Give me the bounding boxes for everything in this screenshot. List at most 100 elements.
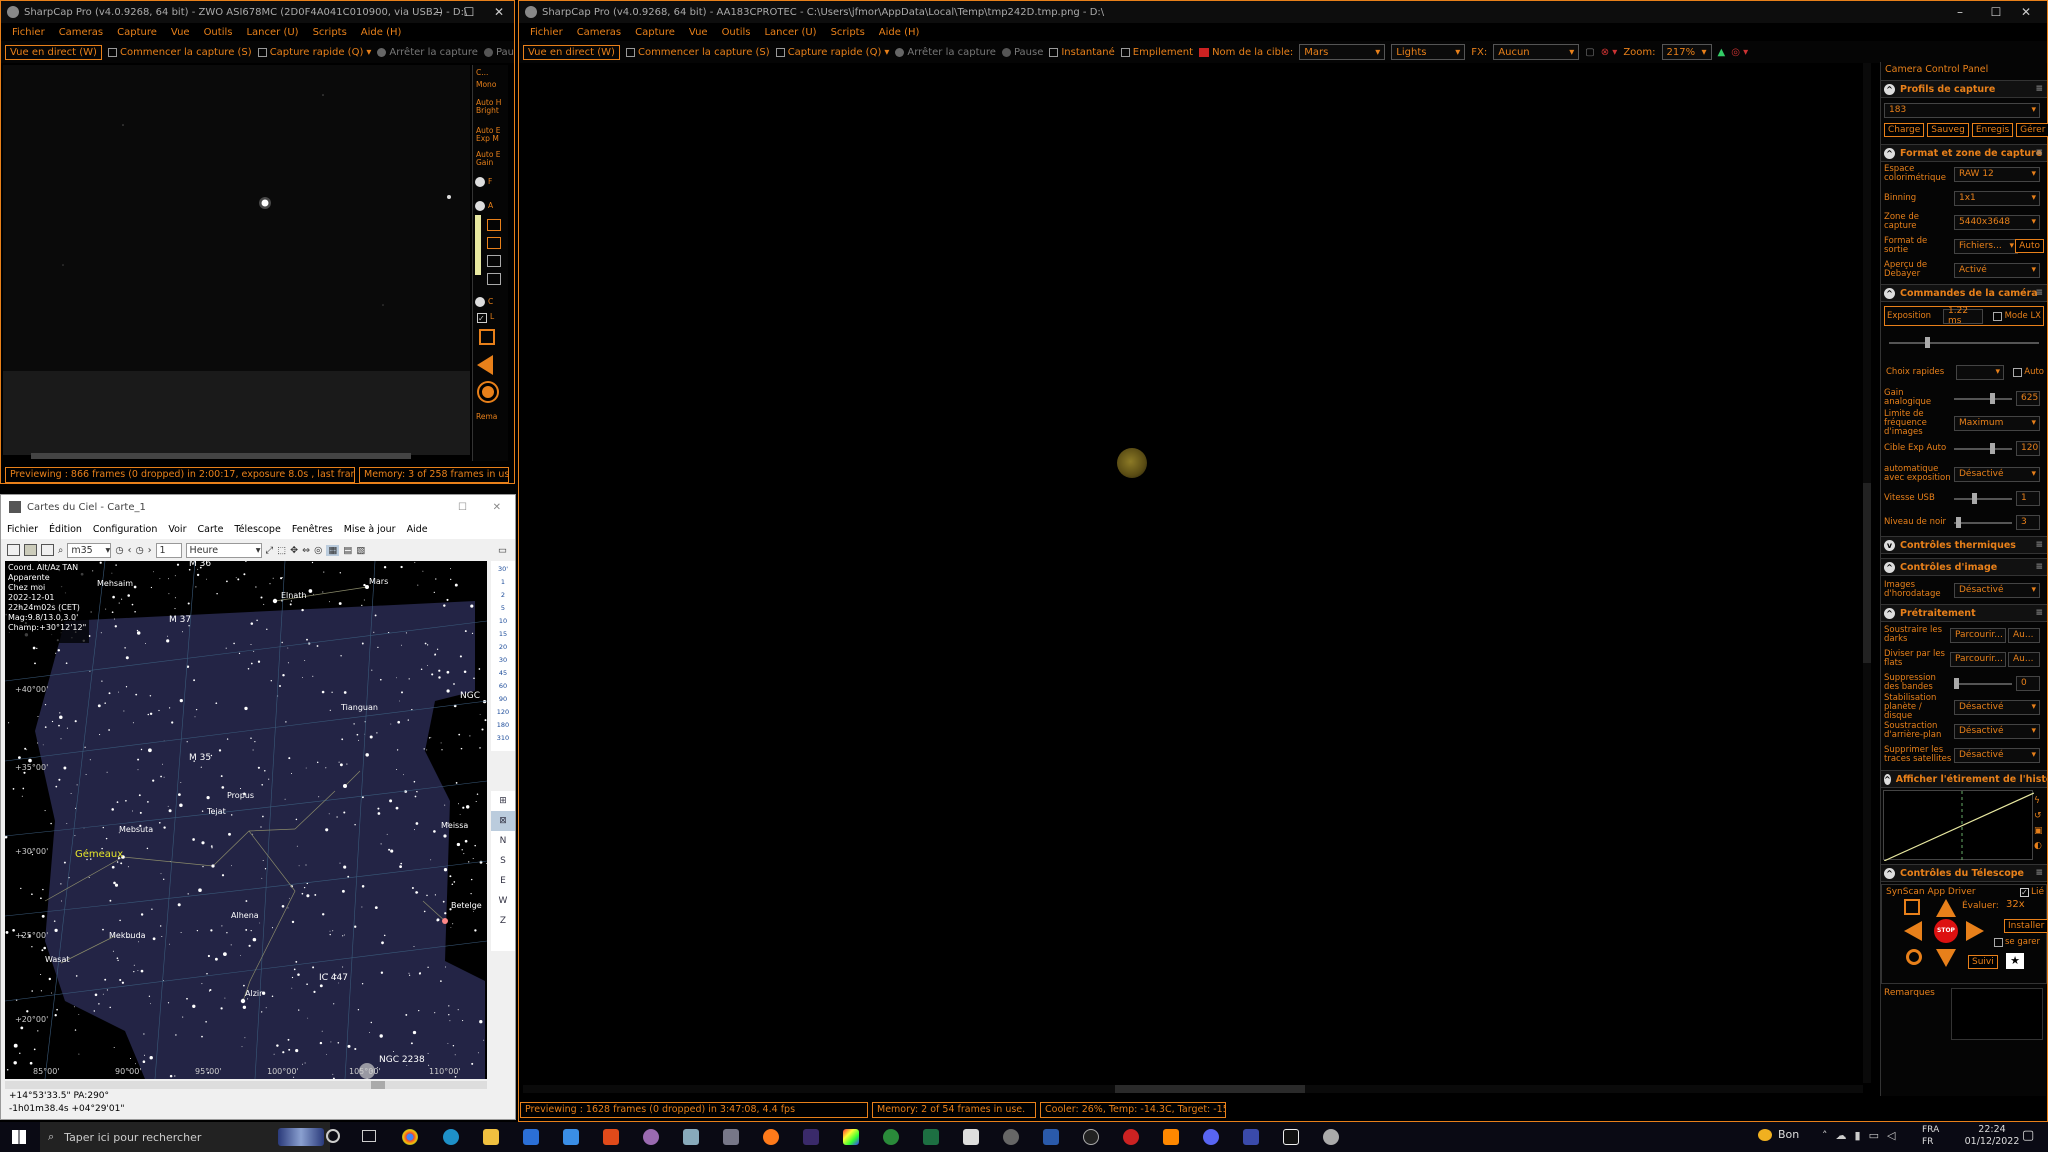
- black-level-input[interactable]: 3: [2016, 514, 2040, 530]
- exposure-input[interactable]: 1.22 ms: [1943, 306, 1983, 326]
- zoom-area-icon[interactable]: ⬚: [277, 545, 286, 556]
- menu-scripts[interactable]: Scripts: [306, 27, 354, 38]
- menu-lancer[interactable]: Lancer (U): [757, 27, 823, 38]
- menu-aide[interactable]: Aide (H): [872, 27, 927, 38]
- menu-vue[interactable]: Vue: [682, 27, 715, 38]
- section-thermal[interactable]: v Contrôles thermiques ≡: [1881, 536, 2047, 554]
- minimize-icon[interactable]: –: [1945, 1, 1975, 23]
- network-icon[interactable]: ▭: [1869, 1129, 1879, 1142]
- move-icon[interactable]: ✥: [290, 545, 298, 556]
- zoom-tick[interactable]: 10: [491, 615, 515, 628]
- debayer-select[interactable]: Activé ▾: [1954, 262, 2040, 278]
- cdc-menu-telescope[interactable]: Télescope: [234, 524, 280, 535]
- chrome-icon[interactable]: [402, 1129, 418, 1145]
- cortana-icon[interactable]: [326, 1129, 340, 1143]
- profile-select[interactable]: 183 ▾: [1884, 102, 2040, 118]
- clock-icon[interactable]: ◷: [115, 545, 123, 556]
- tool-icon[interactable]: [487, 219, 501, 231]
- manage-profile-button[interactable]: Gérer: [2016, 123, 2048, 137]
- clock2-icon[interactable]: ◷: [135, 545, 143, 556]
- app-icon[interactable]: [1083, 1129, 1099, 1145]
- maximize-icon[interactable]: ☐: [1981, 1, 2011, 23]
- menu-capture[interactable]: Capture: [628, 27, 682, 38]
- pause-button[interactable]: Pause: [1001, 47, 1043, 58]
- cdc-menu-edition[interactable]: Édition: [49, 524, 82, 535]
- app-icon[interactable]: [1123, 1129, 1139, 1145]
- park-checkbox[interactable]: se garer: [1994, 937, 2040, 947]
- sky-map[interactable]: M 36 Mehsaim Elnath Mars M 37 Tianguan N…: [5, 561, 487, 1079]
- app-icon[interactable]: [883, 1129, 899, 1145]
- focus-icon[interactable]: ◎ ▾: [1731, 47, 1748, 58]
- chevron-up-icon[interactable]: ˄: [1822, 1129, 1828, 1142]
- paint-icon[interactable]: [843, 1129, 859, 1145]
- section-c[interactable]: C: [475, 297, 493, 307]
- slider-thumb[interactable]: [1972, 493, 1977, 504]
- stabilisation-select[interactable]: Désactivé ▾: [1954, 699, 2040, 715]
- discord-icon[interactable]: [1203, 1129, 1219, 1145]
- search-input[interactable]: m35 ▾: [67, 542, 112, 558]
- time-unit-select[interactable]: Heure ▾: [185, 542, 262, 558]
- output-format-select[interactable]: Fichiers... ▾: [1954, 238, 2018, 254]
- mosaic-icon[interactable]: ▤: [343, 545, 352, 556]
- frame-type-select[interactable]: Lights ▾: [1391, 44, 1466, 60]
- app-icon[interactable]: [683, 1129, 699, 1145]
- auto-button[interactable]: Auto: [2015, 239, 2044, 253]
- nudge-up-icon[interactable]: [1936, 899, 1956, 917]
- exposure-slider[interactable]: [1889, 337, 2039, 348]
- nudge-right-icon[interactable]: [1966, 921, 1984, 941]
- background-select[interactable]: Désactivé ▾: [1954, 723, 2040, 739]
- stop-capture-button[interactable]: Arrêter la capture: [895, 47, 996, 58]
- zoom-tick[interactable]: 30: [491, 654, 515, 667]
- zoom-tick[interactable]: 90: [491, 693, 515, 706]
- stack-button[interactable]: Empilement: [1120, 47, 1193, 58]
- flats-auto[interactable]: Au...: [2008, 651, 2040, 667]
- satellite-select[interactable]: Désactivé ▾: [1954, 747, 2040, 763]
- reset-icon[interactable]: ↺: [2034, 809, 2046, 824]
- section-profiles[interactable]: ^ Profils de capture ≡: [1881, 80, 2047, 98]
- section-camera[interactable]: ^ Commandes de la caméra ≡: [1881, 284, 2047, 302]
- windows-start-icon[interactable]: [12, 1130, 26, 1144]
- nudge-down-icon[interactable]: [1936, 949, 1956, 967]
- tool-icon[interactable]: [487, 255, 501, 267]
- clock[interactable]: 22:24 01/12/2022: [1964, 1124, 2020, 1148]
- zoom-tick[interactable]: 60: [491, 680, 515, 693]
- maximize-icon[interactable]: ☐: [454, 1, 484, 23]
- slider-thumb[interactable]: [1925, 337, 1930, 348]
- search-icon[interactable]: ⌕: [58, 545, 63, 556]
- contrast-icon[interactable]: ◐: [2034, 839, 2046, 854]
- menu-cameras[interactable]: Cameras: [570, 27, 628, 38]
- section-f[interactable]: F: [475, 177, 492, 187]
- time-step-input[interactable]: 1: [155, 542, 182, 558]
- linked-checkbox[interactable]: ✓ Lié: [2019, 887, 2044, 897]
- app-icon[interactable]: [803, 1129, 819, 1145]
- install-button[interactable]: Installer: [2004, 919, 2048, 933]
- banding-slider[interactable]: [1954, 678, 2012, 689]
- zenith-button[interactable]: Z: [491, 911, 515, 931]
- quick-capture-button[interactable]: Capture rapide (Q) ▾: [775, 47, 889, 58]
- office-icon[interactable]: [603, 1129, 619, 1145]
- image-icon[interactable]: ▧: [356, 545, 365, 556]
- explorer-icon[interactable]: [483, 1129, 499, 1145]
- app-icon[interactable]: [1243, 1129, 1259, 1145]
- weather-widget[interactable]: Bon: [1758, 1128, 1799, 1141]
- zoom-fit-icon[interactable]: ⤢: [266, 545, 274, 556]
- darks-browse[interactable]: Parcourir...: [1950, 627, 2006, 643]
- app-icon[interactable]: [643, 1129, 659, 1145]
- pause-button[interactable]: Pause: [483, 47, 514, 58]
- menu-icon[interactable]: ≡: [2035, 288, 2043, 298]
- reticle-icon[interactable]: ▢: [1585, 47, 1594, 58]
- quick-capture-button[interactable]: Capture rapide (Q) ▾: [257, 47, 371, 58]
- eq-grid-icon[interactable]: ⊞: [491, 791, 515, 811]
- close-icon[interactable]: ✕: [484, 1, 514, 23]
- framerate-select[interactable]: Maximum ▾: [1954, 415, 2040, 431]
- lightning-icon[interactable]: ϟ: [2034, 794, 2046, 809]
- section-format[interactable]: ^ Format et zone de capture ≡: [1881, 144, 2047, 162]
- save-as-profile-button[interactable]: Enregis: [1971, 123, 2014, 137]
- close-icon[interactable]: ✕: [493, 502, 501, 513]
- lx-checkbox[interactable]: Mode LX: [1992, 311, 2041, 321]
- nudge-left-icon[interactable]: [1904, 921, 1922, 941]
- target-icon[interactable]: [479, 329, 495, 345]
- menu-outils[interactable]: Outils: [715, 27, 758, 38]
- auto-checkbox[interactable]: Auto: [2013, 367, 2044, 377]
- darks-auto[interactable]: Au...: [2008, 627, 2040, 643]
